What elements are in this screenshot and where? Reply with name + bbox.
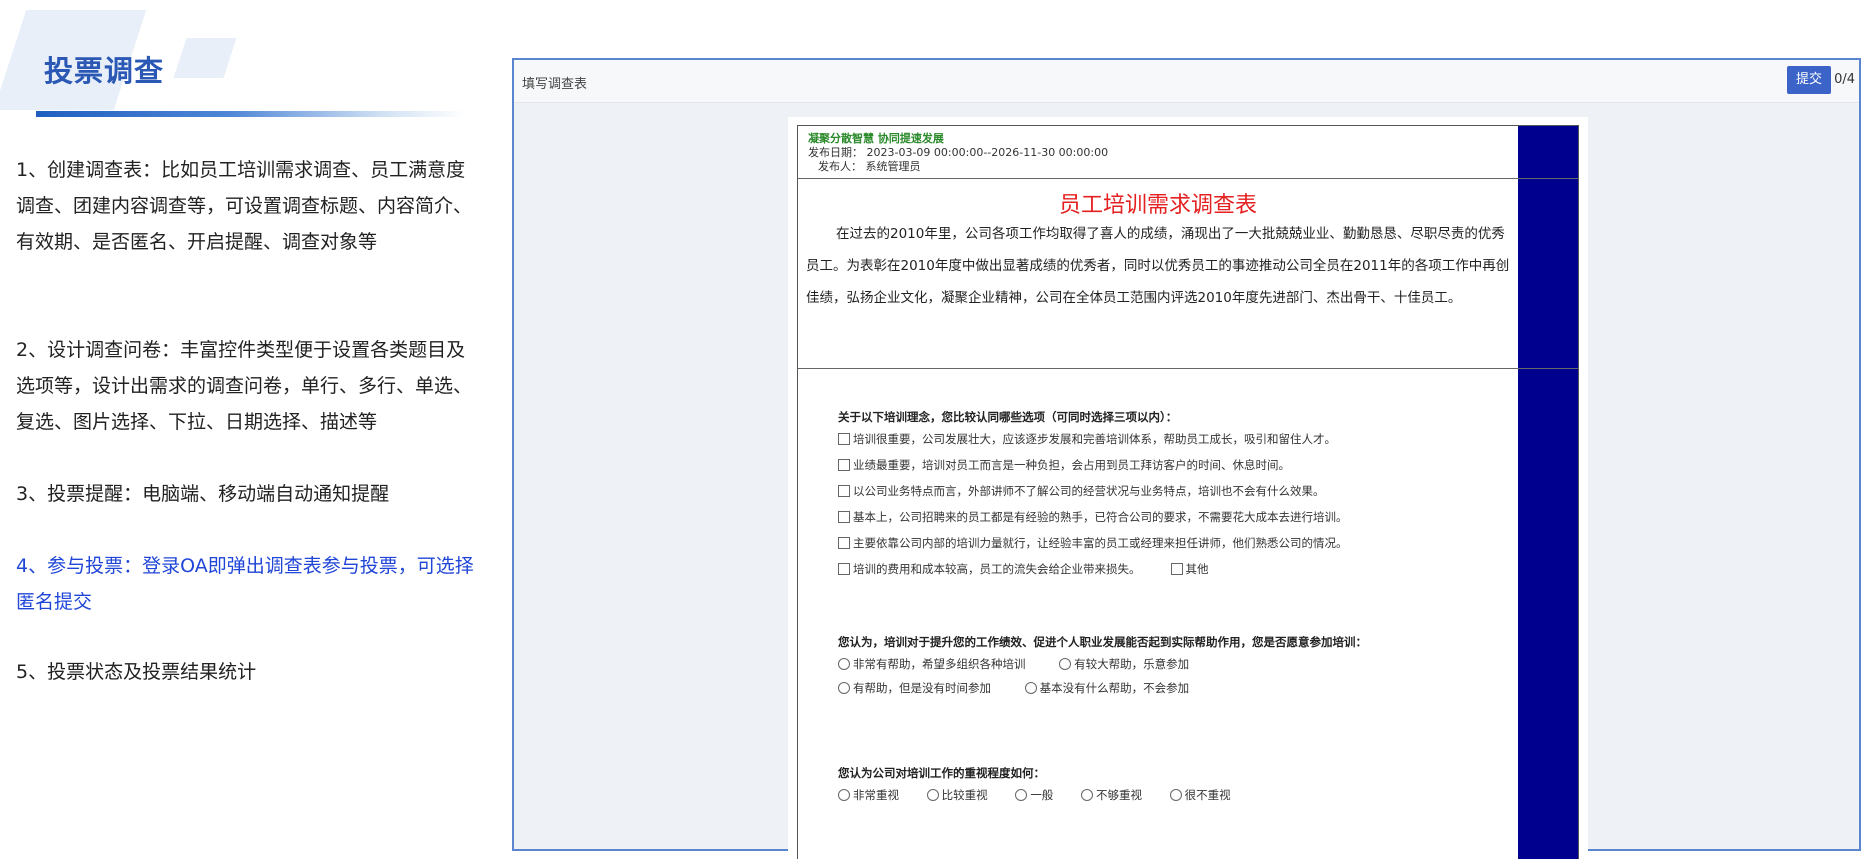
option-checkbox[interactable]: 基本上，公司招聘来的员工都是有经验的熟手，已符合公司的要求，不需要花大成本去进行… — [838, 509, 1348, 535]
survey-title: 员工培训需求调查表 — [1058, 193, 1257, 218]
question-1: 关于以下培训理念，您比较认同哪些选项（可同时选择三项以内）： 培训很重要，公司发… — [838, 409, 1348, 587]
option-checkbox[interactable]: 业绩最重要，培训对员工而言是一种负担，会占用到员工拜访客户的时间、休息时间。 — [838, 457, 1348, 483]
option-radio[interactable]: 不够重视 — [1080, 783, 1142, 807]
option-checkbox[interactable]: 以公司业务特点而言，外部讲师不了解公司的经营状况与业务特点，培训也不会有什么效果… — [838, 483, 1348, 509]
question-title: 您认为，培训对于提升您的工作绩效、促进个人职业发展能否起到实际帮助作用，您是否愿… — [838, 635, 1367, 649]
survey-form: 凝聚分散智慧 协同提速发展 发布日期： 2023-03-09 00:00:00-… — [797, 125, 1579, 859]
window-title: 填写调查表 — [522, 77, 588, 92]
feature-item-remind: 3、投票提醒：电脑端、移动端自动通知提醒 — [16, 483, 390, 505]
title-decoration-small — [173, 38, 237, 78]
question-title: 您认为公司对培训工作的重视程度如何： — [838, 766, 1045, 780]
option-other: 其他 — [1185, 562, 1209, 576]
radio-icon[interactable] — [838, 682, 850, 694]
radio-icon[interactable] — [1015, 789, 1028, 801]
window-header: 填写调查表 提交 0/4 — [514, 60, 1859, 103]
feature-item-design: 2、设计调查问卷：丰富控件类型便于设置各类题目及选项等，设计出需求的调查问卷，单… — [16, 339, 473, 433]
feature-item-create: 1、创建调查表：比如员工培训需求调查、员工满意度调查、团建内容调查等，可设置调查… — [16, 159, 473, 253]
option-radio[interactable]: 很不重视 — [1169, 783, 1231, 807]
checkbox-icon[interactable] — [838, 511, 850, 523]
option-radio[interactable]: 一般 — [1015, 783, 1053, 807]
slogan: 凝聚分散智慧 协同提速发展 — [808, 132, 944, 145]
radio-icon[interactable] — [1059, 658, 1072, 670]
publish-date: 发布日期： 2023-03-09 00:00:00--2026-11-30 00… — [808, 146, 1109, 159]
submit-button[interactable]: 提交 — [1787, 66, 1831, 94]
survey-meta: 凝聚分散智慧 协同提速发展 发布日期： 2023-03-09 00:00:00-… — [808, 132, 1108, 174]
divider — [798, 178, 1578, 179]
radio-icon[interactable] — [1169, 789, 1182, 801]
radio-icon[interactable] — [838, 789, 850, 801]
option-checkbox[interactable]: 培训很重要，公司发展壮大，应该逐步发展和完善培训体系，帮助员工成长，吸引和留住人… — [838, 431, 1348, 457]
radio-icon[interactable] — [838, 658, 850, 670]
divider — [798, 368, 1578, 369]
publisher: 发布人： 系统管理员 — [818, 160, 921, 173]
checkbox-icon[interactable] — [838, 485, 850, 497]
option-radio[interactable]: 非常重视 — [838, 783, 899, 807]
option-checkbox[interactable]: 主要依靠公司内部的培训力量就行，让经验丰富的员工或经理来担任讲师，他们熟悉公司的… — [838, 535, 1348, 561]
radio-icon[interactable] — [1024, 682, 1037, 694]
page-counter: 0/4 — [1834, 72, 1855, 87]
option-radio[interactable]: 有较大帮助，乐意参加 — [1059, 652, 1189, 676]
question-3: 您认为公司对培训工作的重视程度如何： 非常重视 比较重视 一般 不够重视 很不重… — [838, 765, 1255, 807]
radio-icon[interactable] — [1080, 789, 1093, 801]
survey-document: 凝聚分散智慧 协同提速发展 发布日期： 2023-03-09 00:00:00-… — [788, 117, 1588, 859]
checkbox-icon[interactable] — [838, 537, 850, 549]
checkbox-icon[interactable] — [1170, 563, 1183, 575]
checkbox-icon[interactable] — [838, 459, 850, 471]
question-2: 您认为，培训对于提升您的工作绩效、促进个人职业发展能否起到实际帮助作用，您是否愿… — [838, 634, 1367, 700]
feature-item-vote: 4、参与投票：登录OA即弹出调查表参与投票，可选择匿名提交 — [16, 555, 474, 613]
feature-item-stats: 5、投票状态及投票结果统计 — [16, 661, 257, 683]
option-radio[interactable]: 非常有帮助，希望多组织各种培训 — [838, 652, 1026, 676]
checkbox-icon[interactable] — [838, 433, 850, 445]
side-bar-decoration — [1518, 126, 1578, 859]
survey-intro: 在过去的2010年里，公司各项工作均取得了喜人的成绩，涌现出了一大批兢兢业业、勤… — [806, 226, 1510, 306]
option-radio[interactable]: 基本没有什么帮助，不会参加 — [1024, 676, 1189, 700]
page-title: 投票调查 — [44, 54, 165, 88]
option-checkbox[interactable]: 培训的费用和成本较高，员工的流失会给企业带来损失。 其他 — [838, 561, 1348, 587]
radio-icon[interactable] — [926, 789, 939, 801]
option-radio[interactable]: 有帮助，但是没有时间参加 — [838, 676, 991, 700]
title-underline — [36, 111, 466, 117]
option-radio[interactable]: 比较重视 — [926, 783, 988, 807]
survey-window: 填写调查表 提交 0/4 凝聚分散智慧 协同提速发展 发布日期： 2023-03… — [512, 58, 1861, 859]
checkbox-icon[interactable] — [838, 563, 850, 575]
question-title: 关于以下培训理念，您比较认同哪些选项（可同时选择三项以内）： — [838, 410, 1178, 424]
